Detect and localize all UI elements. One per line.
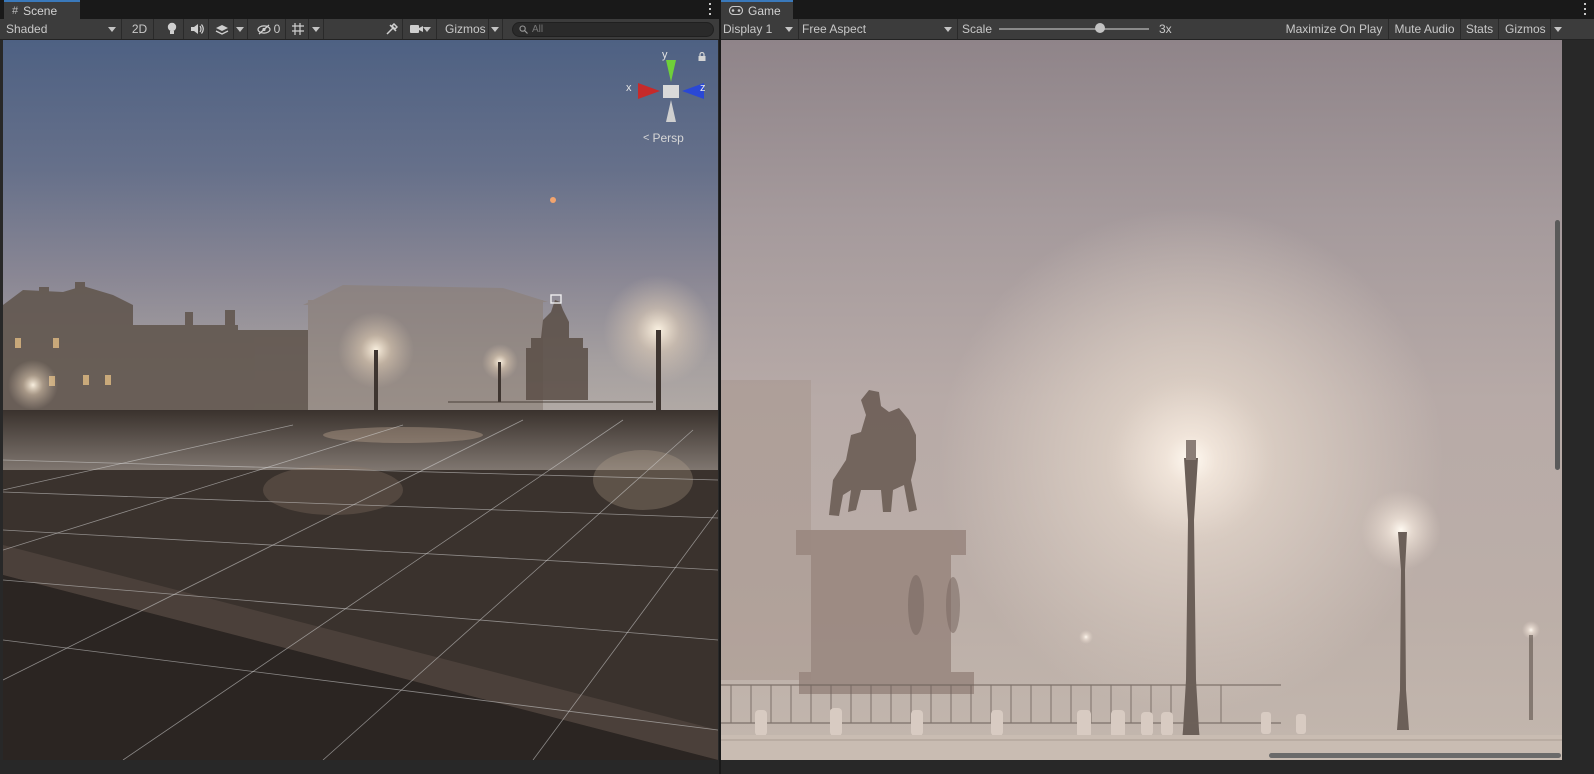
game-menu-icon[interactable]: [1582, 2, 1588, 16]
projection-label: Persp: [652, 131, 684, 145]
tab-game-label: Game: [748, 3, 781, 18]
chevron-down-icon: [108, 27, 116, 32]
grid-icon: #: [12, 4, 19, 17]
chevron-down-icon: [491, 27, 499, 32]
camera-settings-dropdown[interactable]: [405, 19, 437, 39]
stats-label: Stats: [1465, 22, 1494, 36]
grid-snap-icon: [291, 23, 304, 35]
gamepad-icon: [729, 6, 743, 15]
shading-mode-label: Shaded: [6, 22, 48, 36]
scene-gizmos-button[interactable]: Gizmos: [439, 19, 489, 39]
game-gizmos-button[interactable]: Gizmos: [1499, 19, 1551, 39]
grid-toggle-button[interactable]: [287, 19, 309, 39]
perspective-icon: <: [643, 132, 650, 144]
chevron-down-icon: [236, 27, 244, 32]
chevron-down-icon: [423, 27, 431, 32]
tools-icon: [386, 22, 398, 35]
scale-slider-track[interactable]: [999, 28, 1149, 30]
stats-button[interactable]: Stats: [1461, 19, 1499, 39]
hidden-count: 0: [273, 22, 281, 36]
game-render: [721, 375, 1562, 760]
shading-mode-dropdown[interactable]: Shaded: [0, 19, 122, 39]
scene-window: # Scene Shaded 2D 0 Gizmos All y x z < P…: [0, 0, 719, 774]
scale-value: 3x: [1159, 22, 1172, 36]
maximize-on-play-label: Maximize On Play: [1285, 22, 1383, 36]
mute-audio-button[interactable]: Mute Audio: [1389, 19, 1461, 39]
axis-x-cone-icon: [638, 83, 660, 99]
scale-slider-thumb[interactable]: [1094, 23, 1105, 33]
statue-silhouette: [829, 390, 917, 516]
scene-search-placeholder: All: [532, 24, 544, 35]
axis-neg-y-cone-icon: [666, 100, 676, 122]
scene-render: [3, 197, 718, 760]
chevron-down-icon: [312, 27, 320, 32]
axis-y-cone-icon: [666, 60, 676, 82]
light-gizmo-icon: [550, 197, 556, 203]
chevron-down-icon: [944, 27, 952, 32]
toggle-2d-label: 2D: [131, 22, 148, 36]
eye-slash-icon: [257, 24, 271, 34]
scale-label: Scale: [962, 22, 993, 36]
lighting-toggle-button[interactable]: [160, 19, 184, 39]
game-toolbar: Display 1 Free Aspect Scale 3x Maximize …: [721, 19, 1594, 40]
game-viewport[interactable]: [721, 40, 1562, 760]
toggle-2d-button[interactable]: 2D: [126, 19, 154, 39]
lock-icon[interactable]: [698, 52, 706, 61]
orientation-gizmo[interactable]: [618, 48, 718, 143]
tab-scene-label: Scene: [23, 3, 58, 18]
maximize-on-play-button[interactable]: Maximize On Play: [1280, 19, 1389, 39]
effects-dropdown[interactable]: [234, 19, 248, 39]
scene-tabbar: # Scene: [0, 0, 719, 19]
tab-scene[interactable]: # Scene: [4, 0, 80, 19]
mute-audio-label: Mute Audio: [1394, 22, 1455, 36]
effects-toggle-button[interactable]: [210, 19, 234, 39]
grid-dropdown[interactable]: [310, 19, 324, 39]
layers-icon: [215, 24, 228, 35]
speaker-icon: [190, 24, 204, 34]
vertical-scrollbar[interactable]: [1555, 220, 1560, 470]
horizontal-scrollbar[interactable]: [1269, 753, 1561, 758]
display-label: Display 1: [723, 22, 773, 36]
aspect-dropdown[interactable]: Free Aspect: [800, 19, 958, 39]
scene-gizmos-dropdown[interactable]: [489, 19, 503, 39]
scene-toolbar: Shaded 2D 0 Gizmos All: [0, 19, 719, 40]
chevron-down-icon: [1554, 27, 1562, 32]
scene-viewport[interactable]: y x z < Persp: [3, 40, 718, 760]
aspect-label: Free Aspect: [802, 22, 867, 36]
chevron-down-icon: [785, 27, 793, 32]
game-tabbar: Game: [721, 0, 1594, 19]
axis-x-label: x: [626, 82, 632, 94]
game-gizmos-label: Gizmos: [1505, 22, 1546, 36]
scene-gizmos-label: Gizmos: [445, 22, 486, 36]
game-window: Game Display 1 Free Aspect Scale 3x Maxi…: [721, 0, 1594, 774]
game-gizmos-dropdown[interactable]: [1551, 19, 1565, 39]
tab-game[interactable]: Game: [721, 0, 793, 19]
scene-menu-icon[interactable]: [707, 2, 713, 16]
axis-y-label: y: [662, 49, 668, 61]
scene-search-field[interactable]: All: [512, 22, 714, 37]
tools-button[interactable]: [381, 19, 403, 39]
projection-toggle[interactable]: < Persp: [643, 131, 684, 145]
hidden-objects-toggle[interactable]: 0: [252, 19, 286, 39]
camera-icon: [410, 25, 423, 33]
search-icon: [519, 25, 528, 34]
axis-z-label: z: [700, 82, 706, 94]
display-dropdown[interactable]: Display 1: [721, 19, 799, 39]
audio-toggle-button[interactable]: [185, 19, 209, 39]
lightbulb-icon: [167, 22, 176, 34]
